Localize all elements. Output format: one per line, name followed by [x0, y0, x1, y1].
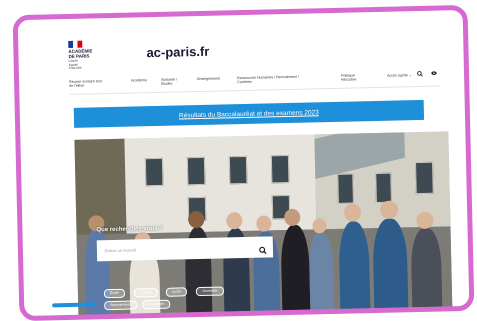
hero-window: [186, 156, 206, 186]
nav-item-reussir[interactable]: Réussir scolaire tout de l'élève: [69, 79, 103, 88]
site-title[interactable]: ac-paris.fr: [146, 44, 209, 60]
main-nav: Réussir scolaire tout de l'élève Académi…: [69, 70, 439, 92]
chip-ecole[interactable]: École: [103, 288, 126, 299]
nav-item-rh[interactable]: Ressources Humaines / Recrutement / Carr…: [237, 74, 311, 84]
chip-formation[interactable]: Formation: [142, 299, 171, 310]
hero-person: [410, 227, 443, 315]
hero-window: [337, 173, 354, 204]
chip-college[interactable]: Collège: [133, 287, 159, 298]
announcement-banner[interactable]: Résultats du Baccalauréat et des examens…: [73, 99, 425, 128]
hero-window: [144, 157, 164, 187]
nav-item-politique[interactable]: Politique éducative: [341, 73, 363, 81]
eye-icon[interactable]: [431, 71, 437, 77]
hero-image: Que recherchez-vous ? École Collège Lycé…: [74, 131, 453, 321]
nav-item-scolarite[interactable]: Scolarité / Études: [161, 77, 183, 85]
nav-item-enseignement[interactable]: Enseignement: [197, 77, 220, 82]
hero-person: [372, 218, 409, 316]
device-frame: ACADÉMIE DE PARIS Liberté Égalité Frater…: [12, 4, 475, 321]
nav-quick-access[interactable]: Accès rapide ⌄: [387, 73, 412, 78]
search-icon[interactable]: [259, 241, 267, 255]
logo-motto-3: Fraternité: [68, 65, 82, 70]
hero-window: [228, 155, 248, 185]
chevron-down-icon: ⌄: [408, 73, 412, 78]
chip-lycee[interactable]: Lycée: [165, 287, 188, 297]
hero-window: [415, 161, 434, 195]
search-icon[interactable]: [417, 71, 423, 78]
nav-item-academie[interactable]: Académie: [131, 78, 147, 82]
chip-journalier[interactable]: Journalier: [195, 286, 224, 297]
hero-window: [375, 172, 392, 204]
browser-viewport: ACADÉMIE DE PARIS Liberté Égalité Frater…: [24, 14, 471, 321]
nav-quick-access-label: Accès rapide: [387, 73, 408, 78]
hero-window: [270, 154, 290, 184]
french-flag-icon: [68, 40, 83, 48]
search-input[interactable]: [96, 236, 274, 262]
banner-link[interactable]: Résultats du Baccalauréat et des examens…: [179, 109, 319, 119]
chip-recrutement[interactable]: Recrutement: [104, 300, 137, 311]
